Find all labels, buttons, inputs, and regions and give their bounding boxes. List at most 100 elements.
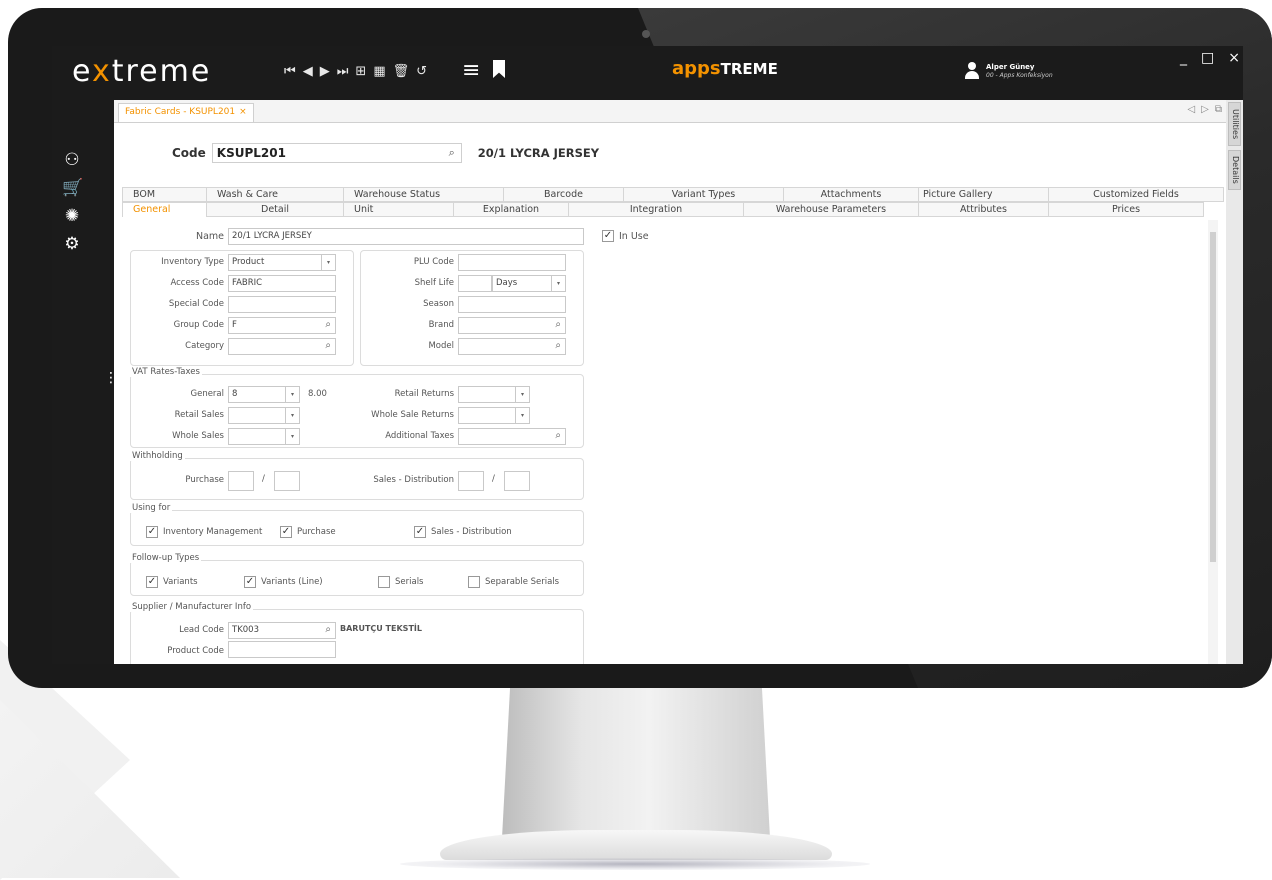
maximize-button[interactable]: □: [1201, 50, 1214, 66]
delete-record-icon[interactable]: 🗑: [393, 64, 410, 80]
document-tab[interactable]: Fabric Cards - KSUPL201 ×: [118, 103, 254, 122]
sidebar-handle-icon[interactable]: ⋮: [104, 371, 118, 385]
tab-detail[interactable]: Detail: [206, 202, 343, 217]
tab-prices[interactable]: Prices: [1048, 202, 1204, 217]
withholding-purchase-label: Purchase: [185, 475, 224, 485]
whole-sales-select[interactable]: ▾: [228, 428, 300, 445]
name-field[interactable]: 20/1 LYCRA JERSEY: [228, 228, 584, 245]
user-info[interactable]: Alper Güney 00 - Apps Konfeksiyon: [964, 62, 1053, 80]
forklift-icon[interactable]: ⚇: [62, 150, 82, 170]
tab-attributes[interactable]: Attributes: [918, 202, 1048, 217]
undo-icon[interactable]: ↺: [416, 64, 427, 80]
in-use-checkbox[interactable]: ✓ In Use: [602, 230, 649, 242]
details-tab[interactable]: Details: [1228, 150, 1241, 190]
next-record-icon[interactable]: ▶: [320, 64, 330, 80]
category-field[interactable]: ⌕: [228, 338, 336, 355]
retail-returns-select[interactable]: ▾: [458, 386, 530, 403]
prev-record-icon[interactable]: ◀: [303, 64, 313, 80]
additional-taxes-field[interactable]: ⌕: [458, 428, 566, 445]
search-icon[interactable]: ⌕: [325, 340, 331, 351]
inventory-management-checkbox[interactable]: ✓ Inventory Management: [146, 526, 262, 538]
purchase-checkbox-label: Purchase: [297, 527, 336, 537]
tab-wash-care[interactable]: Wash & Care: [206, 187, 343, 202]
document-tab-label: Fabric Cards - KSUPL201: [125, 107, 236, 117]
search-icon[interactable]: ⌕: [555, 319, 561, 330]
vat-general-value: 8: [232, 389, 238, 399]
special-code-label: Special Code: [168, 299, 224, 309]
tab-bom[interactable]: BOM: [122, 187, 206, 202]
special-code-field[interactable]: [228, 296, 336, 313]
purchase-numerator-field[interactable]: [228, 471, 254, 491]
gear-icon[interactable]: ⚙: [62, 234, 82, 254]
variants-line-checkbox[interactable]: ✓ Variants (Line): [244, 576, 323, 588]
shelf-life-field[interactable]: [458, 275, 492, 292]
retail-sales-select[interactable]: ▾: [228, 407, 300, 424]
search-icon[interactable]: ⌕: [325, 319, 331, 330]
shelf-life-unit-value: Days: [496, 278, 518, 288]
inventory-type-select[interactable]: Product ▾: [228, 254, 336, 271]
cart-icon[interactable]: 🛒: [62, 178, 83, 198]
tab-unit[interactable]: Unit: [343, 202, 453, 217]
tab-variant-types[interactable]: Variant Types: [623, 187, 783, 202]
search-icon[interactable]: ⌕: [449, 146, 455, 160]
lead-code-label: Lead Code: [179, 625, 224, 635]
code-input[interactable]: KSUPL201 ⌕: [211, 143, 462, 163]
last-record-icon[interactable]: ⏭: [337, 64, 349, 80]
tab-barcode[interactable]: Barcode: [503, 187, 623, 202]
tab-integration[interactable]: Integration: [568, 202, 743, 217]
brand-field[interactable]: ⌕: [458, 317, 566, 334]
scroll-thumb[interactable]: [1210, 232, 1216, 562]
plu-code-field[interactable]: [458, 254, 566, 271]
tab-customized-fields[interactable]: Customized Fields: [1048, 187, 1224, 202]
hamburger-menu-icon[interactable]: ≡: [462, 58, 480, 83]
prev-document-icon[interactable]: ◁: [1187, 104, 1195, 115]
close-tab-icon[interactable]: ×: [239, 107, 247, 117]
model-field[interactable]: ⌕: [458, 338, 566, 355]
utilities-tab[interactable]: Utilities: [1228, 102, 1241, 146]
tab-explanation[interactable]: Explanation: [453, 202, 568, 217]
sales-denominator-field[interactable]: [504, 471, 530, 491]
form-content: Code KSUPL201 ⌕ 20/1 LYCRA JERSEY BOM Was…: [114, 122, 1226, 664]
first-record-icon[interactable]: ⏮: [284, 64, 296, 80]
vertical-scrollbar[interactable]: [1208, 220, 1218, 664]
product-code-field[interactable]: [228, 641, 336, 658]
shelf-life-unit-select[interactable]: Days ▾: [492, 275, 566, 292]
minimize-button[interactable]: _: [1180, 50, 1187, 66]
tab-general[interactable]: General: [122, 202, 206, 217]
followup-title: Follow-up Types: [130, 553, 202, 563]
close-button[interactable]: ×: [1228, 50, 1240, 66]
lead-code-field[interactable]: TK003 ⌕: [228, 622, 336, 639]
window-controls: _ □ ×: [1180, 50, 1240, 66]
next-document-icon[interactable]: ▷: [1201, 104, 1209, 115]
new-record-icon[interactable]: ⊞: [355, 64, 366, 80]
dropdown-arrow-icon: ▾: [515, 387, 529, 402]
vat-general-select[interactable]: 8 ▾: [228, 386, 300, 403]
bookmark-icon[interactable]: [493, 60, 505, 78]
whole-sale-returns-select[interactable]: ▾: [458, 407, 530, 424]
separable-serials-checkbox[interactable]: Separable Serials: [468, 576, 559, 588]
purchase-slash: /: [262, 474, 265, 484]
network-icon[interactable]: ✺: [62, 206, 82, 226]
purchase-checkbox[interactable]: ✓ Purchase: [280, 526, 336, 538]
variants-checkbox[interactable]: ✓ Variants: [146, 576, 198, 588]
sales-distribution-checkbox[interactable]: ✓ Sales - Distribution: [414, 526, 512, 538]
sales-numerator-field[interactable]: [458, 471, 484, 491]
tab-warehouse-parameters[interactable]: Warehouse Parameters: [743, 202, 918, 217]
purchase-denominator-field[interactable]: [274, 471, 300, 491]
group-code-field[interactable]: F ⌕: [228, 317, 336, 334]
checked-icon: ✓: [146, 576, 158, 588]
season-field[interactable]: [458, 296, 566, 313]
search-icon[interactable]: ⌕: [555, 340, 561, 351]
tab-picture-gallery[interactable]: Picture Gallery: [918, 187, 1048, 202]
access-code-field[interactable]: FABRIC: [228, 275, 336, 292]
serials-checkbox[interactable]: Serials: [378, 576, 423, 588]
user-icon: [964, 62, 980, 80]
app-screen: extreme ⏮ ◀ ▶ ⏭ ⊞ ▦ 🗑 ↺ ≡ appsTREME Alpe…: [52, 46, 1243, 664]
vat-general-label: General: [190, 389, 225, 399]
tab-attachments[interactable]: Attachments: [783, 187, 918, 202]
search-icon[interactable]: ⌕: [325, 624, 331, 635]
search-icon[interactable]: ⌕: [555, 430, 561, 441]
tab-warehouse-status[interactable]: Warehouse Status: [343, 187, 503, 202]
restore-icon[interactable]: ⧉: [1215, 104, 1222, 115]
save-record-icon[interactable]: ▦: [373, 64, 385, 80]
